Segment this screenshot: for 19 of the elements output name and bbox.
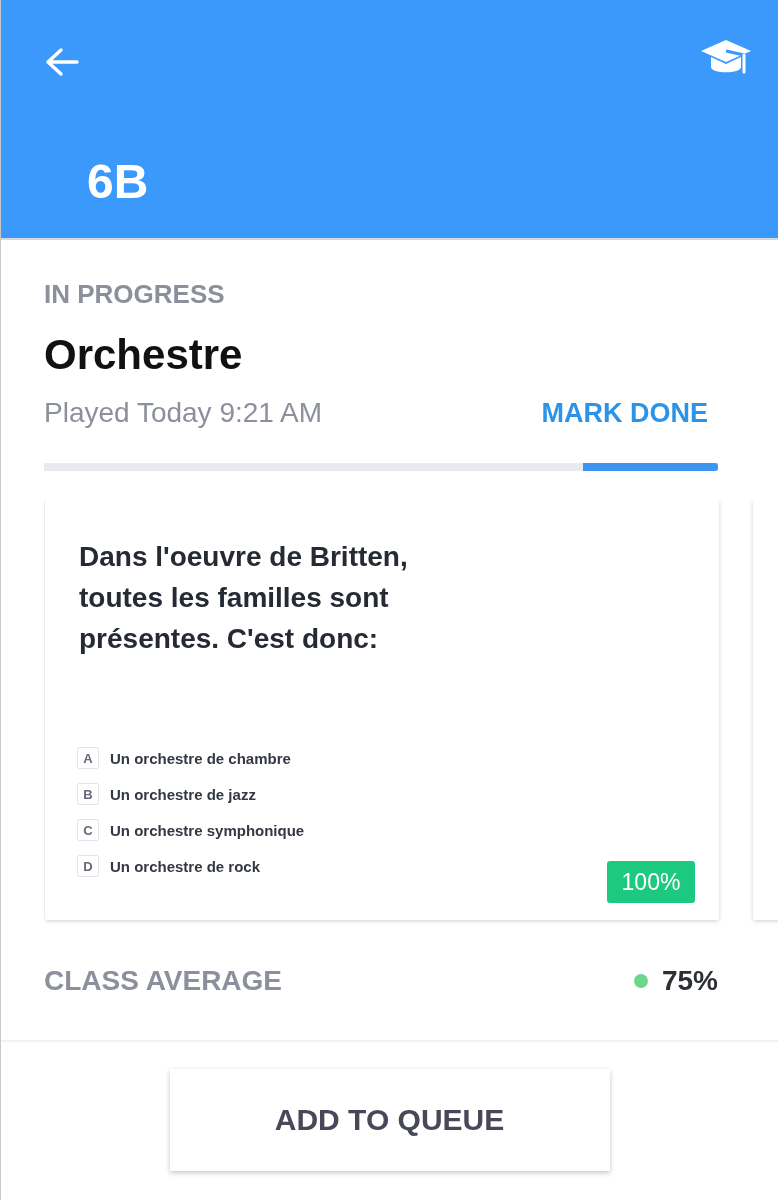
- quiz-title: Orchestre: [44, 330, 243, 380]
- add-to-queue-button[interactable]: ADD TO QUEUE: [169, 1069, 610, 1171]
- option-text: Un orchestre symphonique: [110, 821, 305, 839]
- option-letter: D: [77, 855, 99, 877]
- status-label: IN PROGRESS: [44, 278, 225, 310]
- class-average-value: 75%: [661, 964, 718, 998]
- option-text: Un orchestre de chambre: [110, 749, 291, 767]
- option-letter: A: [77, 747, 99, 769]
- option-letter: B: [77, 783, 99, 805]
- class-title: 6B: [87, 154, 149, 210]
- question-text: Dans l'oeuvre de Britten, toutes les familles sont présentes. C'est donc:: [79, 540, 409, 656]
- question-card[interactable]: Dans l'oeuvre de Britten, toutes les familles sont présentes. C'est donc: A Un orchestre de chambre B Un orchestre de jazz C Un orchestre symphonique D Un orchestre de rock 100%: [45, 500, 719, 920]
- option-letter: C: [77, 819, 99, 841]
- score-badge: 100%: [607, 861, 695, 903]
- back-arrow-icon[interactable]: [45, 47, 79, 77]
- option-text: Un orchestre de rock: [110, 857, 261, 875]
- option-text: Un orchestre de jazz: [110, 785, 256, 803]
- class-average-label: CLASS AVERAGE: [44, 964, 283, 998]
- played-time: Played Today 9:21 AM: [44, 396, 323, 430]
